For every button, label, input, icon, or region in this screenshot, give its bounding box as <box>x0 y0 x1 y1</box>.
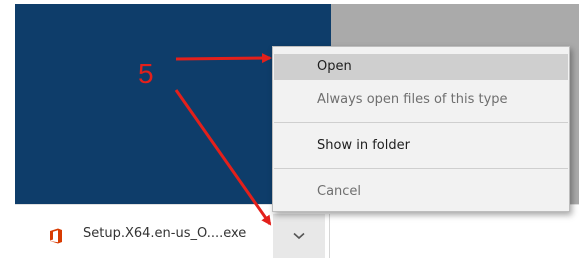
arrow-to-open <box>175 53 272 64</box>
annotation-arrows <box>174 53 272 226</box>
arrow-to-chevron <box>174 89 272 226</box>
